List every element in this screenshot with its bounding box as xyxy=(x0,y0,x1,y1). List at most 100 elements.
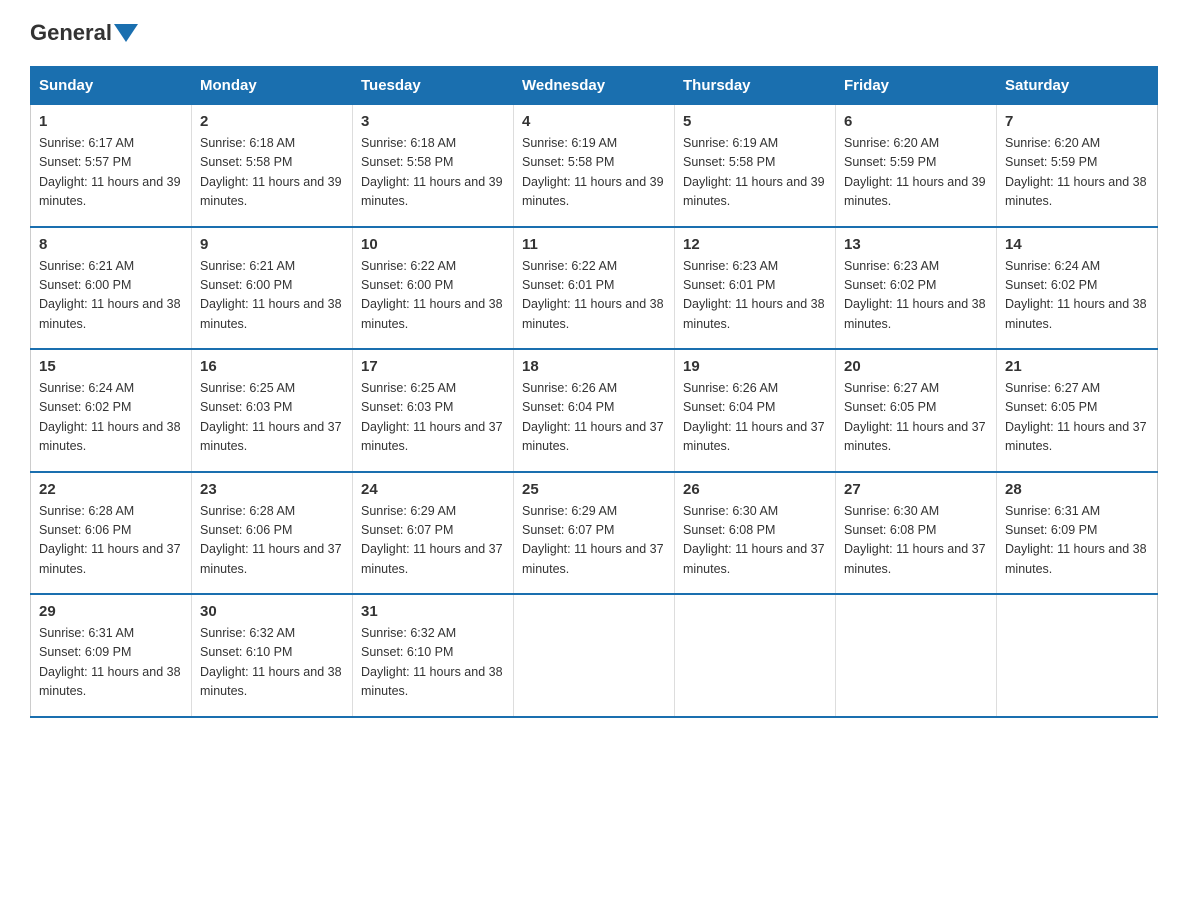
calendar-day-cell xyxy=(997,594,1158,717)
day-number: 5 xyxy=(683,113,827,130)
day-number: 13 xyxy=(844,236,988,253)
day-info: Sunrise: 6:27 AM Sunset: 6:05 PM Dayligh… xyxy=(844,379,988,457)
day-info: Sunrise: 6:25 AM Sunset: 6:03 PM Dayligh… xyxy=(200,379,344,457)
day-info: Sunrise: 6:22 AM Sunset: 6:00 PM Dayligh… xyxy=(361,257,505,335)
header-thursday: Thursday xyxy=(675,67,836,105)
header-wednesday: Wednesday xyxy=(514,67,675,105)
day-number: 7 xyxy=(1005,113,1149,130)
calendar-day-cell xyxy=(675,594,836,717)
calendar-day-cell: 3 Sunrise: 6:18 AM Sunset: 5:58 PM Dayli… xyxy=(353,105,514,227)
day-number: 22 xyxy=(39,481,183,498)
calendar-week-row: 1 Sunrise: 6:17 AM Sunset: 5:57 PM Dayli… xyxy=(31,105,1158,227)
calendar-day-cell: 1 Sunrise: 6:17 AM Sunset: 5:57 PM Dayli… xyxy=(31,105,192,227)
day-info: Sunrise: 6:21 AM Sunset: 6:00 PM Dayligh… xyxy=(200,257,344,335)
day-number: 29 xyxy=(39,603,183,620)
day-info: Sunrise: 6:26 AM Sunset: 6:04 PM Dayligh… xyxy=(522,379,666,457)
calendar-day-cell: 22 Sunrise: 6:28 AM Sunset: 6:06 PM Dayl… xyxy=(31,472,192,595)
day-number: 16 xyxy=(200,358,344,375)
day-number: 23 xyxy=(200,481,344,498)
day-number: 15 xyxy=(39,358,183,375)
calendar-header-row: SundayMondayTuesdayWednesdayThursdayFrid… xyxy=(31,67,1158,105)
day-number: 21 xyxy=(1005,358,1149,375)
header-monday: Monday xyxy=(192,67,353,105)
day-number: 24 xyxy=(361,481,505,498)
day-info: Sunrise: 6:19 AM Sunset: 5:58 PM Dayligh… xyxy=(683,134,827,212)
day-number: 1 xyxy=(39,113,183,130)
calendar-week-row: 29 Sunrise: 6:31 AM Sunset: 6:09 PM Dayl… xyxy=(31,594,1158,717)
calendar-table: SundayMondayTuesdayWednesdayThursdayFrid… xyxy=(30,66,1158,718)
day-info: Sunrise: 6:28 AM Sunset: 6:06 PM Dayligh… xyxy=(39,502,183,580)
calendar-day-cell xyxy=(514,594,675,717)
calendar-day-cell: 25 Sunrise: 6:29 AM Sunset: 6:07 PM Dayl… xyxy=(514,472,675,595)
page-header: General xyxy=(30,20,1158,46)
calendar-day-cell: 30 Sunrise: 6:32 AM Sunset: 6:10 PM Dayl… xyxy=(192,594,353,717)
day-info: Sunrise: 6:18 AM Sunset: 5:58 PM Dayligh… xyxy=(200,134,344,212)
day-info: Sunrise: 6:23 AM Sunset: 6:01 PM Dayligh… xyxy=(683,257,827,335)
calendar-day-cell: 17 Sunrise: 6:25 AM Sunset: 6:03 PM Dayl… xyxy=(353,349,514,472)
calendar-day-cell: 28 Sunrise: 6:31 AM Sunset: 6:09 PM Dayl… xyxy=(997,472,1158,595)
calendar-week-row: 22 Sunrise: 6:28 AM Sunset: 6:06 PM Dayl… xyxy=(31,472,1158,595)
day-number: 26 xyxy=(683,481,827,498)
calendar-day-cell: 10 Sunrise: 6:22 AM Sunset: 6:00 PM Dayl… xyxy=(353,227,514,350)
day-info: Sunrise: 6:31 AM Sunset: 6:09 PM Dayligh… xyxy=(1005,502,1149,580)
calendar-day-cell: 6 Sunrise: 6:20 AM Sunset: 5:59 PM Dayli… xyxy=(836,105,997,227)
calendar-day-cell: 29 Sunrise: 6:31 AM Sunset: 6:09 PM Dayl… xyxy=(31,594,192,717)
day-info: Sunrise: 6:30 AM Sunset: 6:08 PM Dayligh… xyxy=(844,502,988,580)
day-info: Sunrise: 6:20 AM Sunset: 5:59 PM Dayligh… xyxy=(1005,134,1149,212)
day-number: 11 xyxy=(522,236,666,253)
day-number: 18 xyxy=(522,358,666,375)
calendar-day-cell: 9 Sunrise: 6:21 AM Sunset: 6:00 PM Dayli… xyxy=(192,227,353,350)
day-number: 27 xyxy=(844,481,988,498)
calendar-day-cell: 24 Sunrise: 6:29 AM Sunset: 6:07 PM Dayl… xyxy=(353,472,514,595)
day-info: Sunrise: 6:26 AM Sunset: 6:04 PM Dayligh… xyxy=(683,379,827,457)
calendar-day-cell: 21 Sunrise: 6:27 AM Sunset: 6:05 PM Dayl… xyxy=(997,349,1158,472)
calendar-day-cell: 31 Sunrise: 6:32 AM Sunset: 6:10 PM Dayl… xyxy=(353,594,514,717)
header-tuesday: Tuesday xyxy=(353,67,514,105)
day-info: Sunrise: 6:18 AM Sunset: 5:58 PM Dayligh… xyxy=(361,134,505,212)
day-number: 31 xyxy=(361,603,505,620)
day-info: Sunrise: 6:24 AM Sunset: 6:02 PM Dayligh… xyxy=(39,379,183,457)
day-number: 14 xyxy=(1005,236,1149,253)
day-number: 12 xyxy=(683,236,827,253)
day-info: Sunrise: 6:17 AM Sunset: 5:57 PM Dayligh… xyxy=(39,134,183,212)
day-info: Sunrise: 6:22 AM Sunset: 6:01 PM Dayligh… xyxy=(522,257,666,335)
day-info: Sunrise: 6:29 AM Sunset: 6:07 PM Dayligh… xyxy=(522,502,666,580)
day-info: Sunrise: 6:31 AM Sunset: 6:09 PM Dayligh… xyxy=(39,624,183,702)
calendar-day-cell: 26 Sunrise: 6:30 AM Sunset: 6:08 PM Dayl… xyxy=(675,472,836,595)
calendar-week-row: 15 Sunrise: 6:24 AM Sunset: 6:02 PM Dayl… xyxy=(31,349,1158,472)
calendar-day-cell: 16 Sunrise: 6:25 AM Sunset: 6:03 PM Dayl… xyxy=(192,349,353,472)
day-number: 25 xyxy=(522,481,666,498)
calendar-day-cell: 7 Sunrise: 6:20 AM Sunset: 5:59 PM Dayli… xyxy=(997,105,1158,227)
day-info: Sunrise: 6:29 AM Sunset: 6:07 PM Dayligh… xyxy=(361,502,505,580)
day-number: 10 xyxy=(361,236,505,253)
header-sunday: Sunday xyxy=(31,67,192,105)
day-info: Sunrise: 6:23 AM Sunset: 6:02 PM Dayligh… xyxy=(844,257,988,335)
calendar-day-cell: 5 Sunrise: 6:19 AM Sunset: 5:58 PM Dayli… xyxy=(675,105,836,227)
calendar-day-cell xyxy=(836,594,997,717)
logo-general-text: General xyxy=(30,20,112,46)
day-number: 20 xyxy=(844,358,988,375)
calendar-week-row: 8 Sunrise: 6:21 AM Sunset: 6:00 PM Dayli… xyxy=(31,227,1158,350)
header-saturday: Saturday xyxy=(997,67,1158,105)
header-friday: Friday xyxy=(836,67,997,105)
day-number: 6 xyxy=(844,113,988,130)
calendar-day-cell: 12 Sunrise: 6:23 AM Sunset: 6:01 PM Dayl… xyxy=(675,227,836,350)
day-number: 28 xyxy=(1005,481,1149,498)
day-info: Sunrise: 6:25 AM Sunset: 6:03 PM Dayligh… xyxy=(361,379,505,457)
day-info: Sunrise: 6:32 AM Sunset: 6:10 PM Dayligh… xyxy=(361,624,505,702)
calendar-day-cell: 11 Sunrise: 6:22 AM Sunset: 6:01 PM Dayl… xyxy=(514,227,675,350)
calendar-day-cell: 18 Sunrise: 6:26 AM Sunset: 6:04 PM Dayl… xyxy=(514,349,675,472)
day-info: Sunrise: 6:21 AM Sunset: 6:00 PM Dayligh… xyxy=(39,257,183,335)
calendar-day-cell: 19 Sunrise: 6:26 AM Sunset: 6:04 PM Dayl… xyxy=(675,349,836,472)
calendar-day-cell: 27 Sunrise: 6:30 AM Sunset: 6:08 PM Dayl… xyxy=(836,472,997,595)
day-info: Sunrise: 6:32 AM Sunset: 6:10 PM Dayligh… xyxy=(200,624,344,702)
calendar-day-cell: 13 Sunrise: 6:23 AM Sunset: 6:02 PM Dayl… xyxy=(836,227,997,350)
day-info: Sunrise: 6:20 AM Sunset: 5:59 PM Dayligh… xyxy=(844,134,988,212)
day-number: 17 xyxy=(361,358,505,375)
day-info: Sunrise: 6:19 AM Sunset: 5:58 PM Dayligh… xyxy=(522,134,666,212)
day-number: 19 xyxy=(683,358,827,375)
day-number: 9 xyxy=(200,236,344,253)
logo: General xyxy=(30,20,140,46)
day-number: 2 xyxy=(200,113,344,130)
calendar-day-cell: 14 Sunrise: 6:24 AM Sunset: 6:02 PM Dayl… xyxy=(997,227,1158,350)
